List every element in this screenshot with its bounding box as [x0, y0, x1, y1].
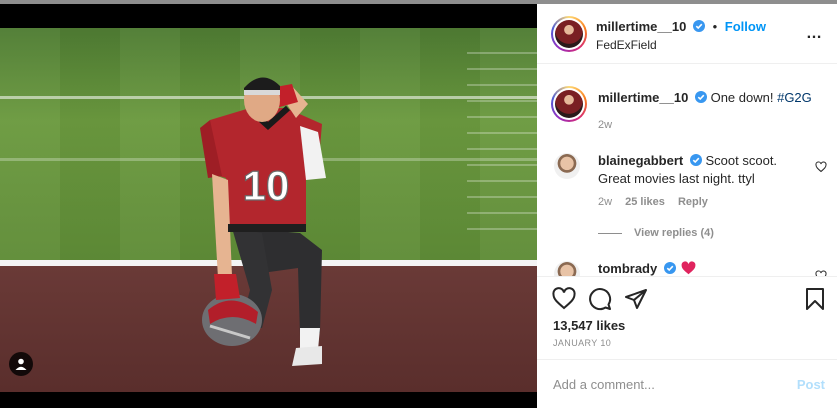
photo-frame: 10	[0, 28, 537, 392]
player-figure: 10	[200, 77, 326, 366]
post-actions: 13,547 likes JANUARY 10	[537, 277, 837, 359]
reply-button[interactable]: Reply	[678, 196, 708, 208]
person-icon	[15, 358, 27, 370]
comment-bubble-icon[interactable]	[588, 287, 612, 311]
post-header: millertime__10 • Follow FedExField …	[537, 4, 837, 64]
verified-badge-icon	[689, 154, 702, 166]
comment-input[interactable]	[553, 372, 773, 396]
red-heart-emoji-icon	[682, 261, 696, 275]
author-username[interactable]: millertime__10	[596, 19, 686, 34]
caption-text: One down!	[710, 90, 774, 105]
post-photo[interactable]: 10	[0, 4, 537, 408]
comment-text-line2: Great movies last night. ttyl	[598, 171, 755, 186]
commenter-avatar[interactable]	[554, 261, 580, 276]
comment-body: tombrady	[598, 260, 696, 276]
comment-age: 2w	[598, 196, 613, 208]
comment-body: blainegabbert Scoot scoot. Great movies …	[598, 152, 808, 188]
separator-dot: •	[712, 19, 718, 34]
comment-likes[interactable]: 25 likes	[625, 196, 665, 208]
view-replies-button[interactable]: View replies (4)	[634, 227, 714, 239]
commenter-avatar[interactable]	[554, 153, 580, 179]
caption-age: 2w	[598, 119, 613, 131]
caption-username[interactable]: millertime__10	[598, 90, 688, 105]
like-comment-heart-icon[interactable]	[815, 270, 827, 277]
comment-meta: 2w 25 likes Reply	[598, 196, 708, 208]
share-paper-plane-icon[interactable]	[624, 287, 648, 311]
post-comment-button[interactable]: Post	[797, 377, 825, 392]
commenter-username[interactable]: blainegabbert	[598, 153, 683, 168]
verified-badge-icon	[663, 262, 676, 274]
verified-badge-icon	[692, 20, 705, 32]
likes-count[interactable]: 13,547 likes	[553, 318, 625, 333]
like-comment-heart-icon[interactable]	[815, 161, 827, 173]
author-avatar[interactable]	[551, 16, 587, 52]
follow-button[interactable]: Follow	[725, 19, 766, 34]
more-options-icon[interactable]: …	[806, 26, 823, 42]
caption: millertime__10 One down! #G2G	[598, 89, 812, 107]
save-bookmark-icon[interactable]	[803, 287, 827, 311]
verified-badge-icon	[694, 91, 707, 103]
post-date[interactable]: JANUARY 10	[553, 338, 611, 348]
like-heart-icon[interactable]	[552, 287, 576, 311]
comment-composer: Post	[537, 359, 837, 408]
tagged-users-button[interactable]	[9, 352, 33, 376]
commenter-username[interactable]: tombrady	[598, 261, 657, 276]
location-link[interactable]: FedExField	[596, 38, 657, 52]
comment-text-line1: Scoot scoot.	[705, 153, 778, 168]
caption-author-avatar[interactable]	[551, 86, 587, 122]
caption-hashtag[interactable]: #G2G	[777, 90, 812, 105]
replies-divider	[598, 233, 622, 234]
jersey-number: 10	[243, 162, 290, 209]
post-side-panel: millertime__10 • Follow FedExField … mil…	[537, 4, 837, 408]
comments-list[interactable]: millertime__10 One down! #G2G 2w blaineg…	[537, 65, 837, 277]
